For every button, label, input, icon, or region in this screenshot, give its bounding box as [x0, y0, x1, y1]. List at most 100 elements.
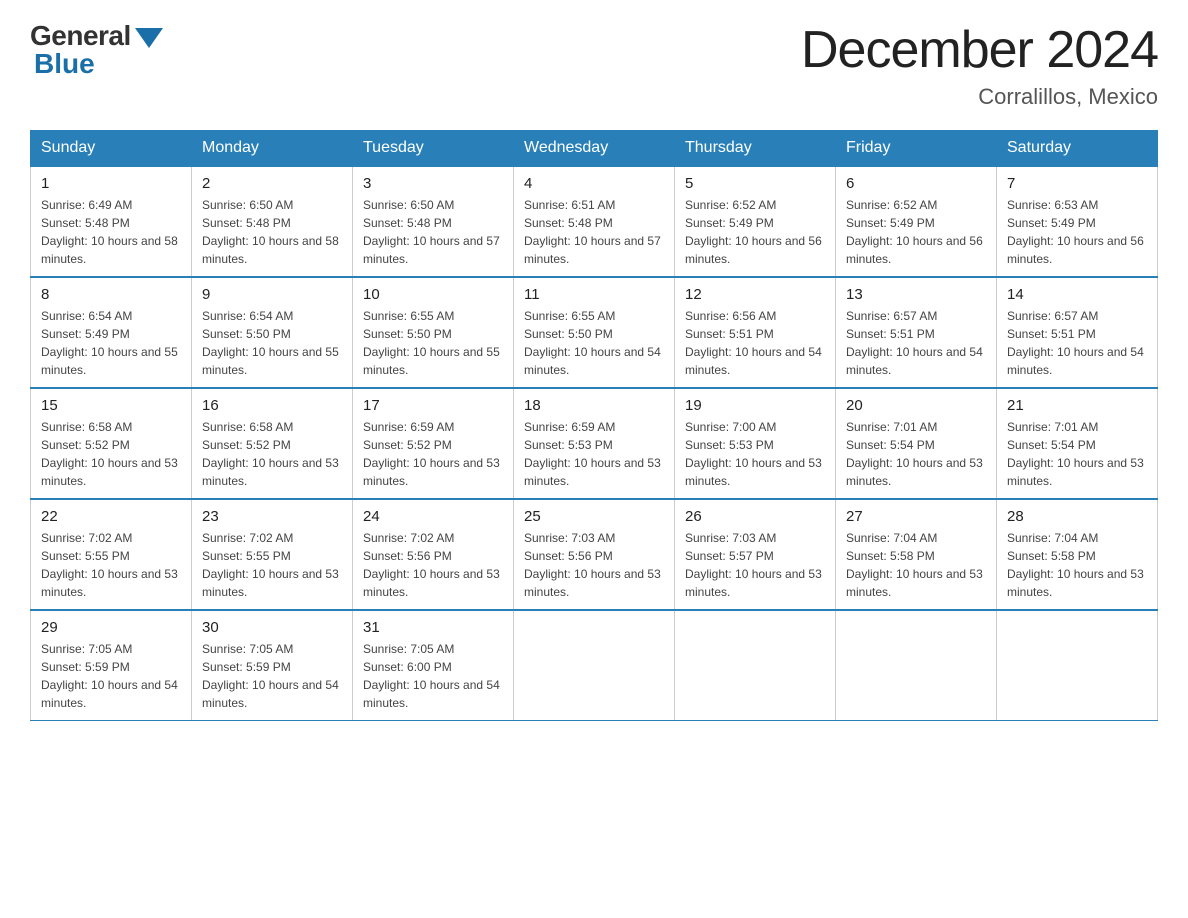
calendar-cell — [675, 610, 836, 721]
day-number: 22 — [41, 508, 181, 525]
day-number: 26 — [685, 508, 825, 525]
calendar-cell: 12 Sunrise: 6:56 AMSunset: 5:51 PMDaylig… — [675, 277, 836, 388]
day-number: 5 — [685, 175, 825, 192]
location: Corralillos, Mexico — [801, 84, 1158, 110]
calendar-cell: 19 Sunrise: 7:00 AMSunset: 5:53 PMDaylig… — [675, 388, 836, 499]
week-row-5: 29 Sunrise: 7:05 AMSunset: 5:59 PMDaylig… — [31, 610, 1158, 721]
day-number: 17 — [363, 397, 503, 414]
week-row-2: 8 Sunrise: 6:54 AMSunset: 5:49 PMDayligh… — [31, 277, 1158, 388]
week-row-3: 15 Sunrise: 6:58 AMSunset: 5:52 PMDaylig… — [31, 388, 1158, 499]
day-number: 10 — [363, 286, 503, 303]
day-info: Sunrise: 6:57 AMSunset: 5:51 PMDaylight:… — [1007, 307, 1147, 379]
day-number: 19 — [685, 397, 825, 414]
day-info: Sunrise: 7:04 AMSunset: 5:58 PMDaylight:… — [846, 529, 986, 601]
calendar-cell: 11 Sunrise: 6:55 AMSunset: 5:50 PMDaylig… — [514, 277, 675, 388]
calendar-cell: 15 Sunrise: 6:58 AMSunset: 5:52 PMDaylig… — [31, 388, 192, 499]
day-info: Sunrise: 7:05 AMSunset: 5:59 PMDaylight:… — [202, 640, 342, 712]
day-number: 29 — [41, 619, 181, 636]
calendar-cell: 25 Sunrise: 7:03 AMSunset: 5:56 PMDaylig… — [514, 499, 675, 610]
calendar-cell: 31 Sunrise: 7:05 AMSunset: 6:00 PMDaylig… — [353, 610, 514, 721]
day-info: Sunrise: 7:01 AMSunset: 5:54 PMDaylight:… — [1007, 418, 1147, 490]
weekday-header-wednesday: Wednesday — [514, 131, 675, 167]
day-number: 30 — [202, 619, 342, 636]
logo-blue-text: Blue — [34, 48, 163, 80]
day-info: Sunrise: 7:04 AMSunset: 5:58 PMDaylight:… — [1007, 529, 1147, 601]
calendar-cell: 13 Sunrise: 6:57 AMSunset: 5:51 PMDaylig… — [836, 277, 997, 388]
day-number: 3 — [363, 175, 503, 192]
day-info: Sunrise: 6:58 AMSunset: 5:52 PMDaylight:… — [41, 418, 181, 490]
week-row-1: 1 Sunrise: 6:49 AMSunset: 5:48 PMDayligh… — [31, 166, 1158, 277]
calendar-cell: 22 Sunrise: 7:02 AMSunset: 5:55 PMDaylig… — [31, 499, 192, 610]
day-number: 31 — [363, 619, 503, 636]
day-number: 24 — [363, 508, 503, 525]
weekday-header-monday: Monday — [192, 131, 353, 167]
calendar-cell: 1 Sunrise: 6:49 AMSunset: 5:48 PMDayligh… — [31, 166, 192, 277]
day-info: Sunrise: 7:02 AMSunset: 5:55 PMDaylight:… — [202, 529, 342, 601]
weekday-header-saturday: Saturday — [997, 131, 1158, 167]
calendar-cell: 30 Sunrise: 7:05 AMSunset: 5:59 PMDaylig… — [192, 610, 353, 721]
calendar-cell: 20 Sunrise: 7:01 AMSunset: 5:54 PMDaylig… — [836, 388, 997, 499]
day-info: Sunrise: 7:02 AMSunset: 5:56 PMDaylight:… — [363, 529, 503, 601]
day-number: 18 — [524, 397, 664, 414]
day-number: 20 — [846, 397, 986, 414]
calendar-cell — [997, 610, 1158, 721]
calendar-cell: 14 Sunrise: 6:57 AMSunset: 5:51 PMDaylig… — [997, 277, 1158, 388]
calendar-cell: 23 Sunrise: 7:02 AMSunset: 5:55 PMDaylig… — [192, 499, 353, 610]
day-number: 13 — [846, 286, 986, 303]
day-info: Sunrise: 7:05 AMSunset: 6:00 PMDaylight:… — [363, 640, 503, 712]
calendar-table: SundayMondayTuesdayWednesdayThursdayFrid… — [30, 130, 1158, 721]
calendar-cell: 16 Sunrise: 6:58 AMSunset: 5:52 PMDaylig… — [192, 388, 353, 499]
title-section: December 2024 Corralillos, Mexico — [801, 20, 1158, 110]
day-number: 25 — [524, 508, 664, 525]
calendar-cell: 8 Sunrise: 6:54 AMSunset: 5:49 PMDayligh… — [31, 277, 192, 388]
day-info: Sunrise: 6:54 AMSunset: 5:50 PMDaylight:… — [202, 307, 342, 379]
calendar-cell: 28 Sunrise: 7:04 AMSunset: 5:58 PMDaylig… — [997, 499, 1158, 610]
day-info: Sunrise: 6:57 AMSunset: 5:51 PMDaylight:… — [846, 307, 986, 379]
day-number: 11 — [524, 286, 664, 303]
weekday-header-tuesday: Tuesday — [353, 131, 514, 167]
day-number: 21 — [1007, 397, 1147, 414]
calendar-cell: 26 Sunrise: 7:03 AMSunset: 5:57 PMDaylig… — [675, 499, 836, 610]
calendar-cell: 3 Sunrise: 6:50 AMSunset: 5:48 PMDayligh… — [353, 166, 514, 277]
calendar-cell: 7 Sunrise: 6:53 AMSunset: 5:49 PMDayligh… — [997, 166, 1158, 277]
calendar-cell: 4 Sunrise: 6:51 AMSunset: 5:48 PMDayligh… — [514, 166, 675, 277]
calendar-cell: 6 Sunrise: 6:52 AMSunset: 5:49 PMDayligh… — [836, 166, 997, 277]
day-info: Sunrise: 7:01 AMSunset: 5:54 PMDaylight:… — [846, 418, 986, 490]
day-info: Sunrise: 7:03 AMSunset: 5:57 PMDaylight:… — [685, 529, 825, 601]
weekday-header-friday: Friday — [836, 131, 997, 167]
day-info: Sunrise: 6:51 AMSunset: 5:48 PMDaylight:… — [524, 196, 664, 268]
calendar-cell: 9 Sunrise: 6:54 AMSunset: 5:50 PMDayligh… — [192, 277, 353, 388]
calendar-cell: 2 Sunrise: 6:50 AMSunset: 5:48 PMDayligh… — [192, 166, 353, 277]
day-info: Sunrise: 6:52 AMSunset: 5:49 PMDaylight:… — [846, 196, 986, 268]
day-info: Sunrise: 6:54 AMSunset: 5:49 PMDaylight:… — [41, 307, 181, 379]
calendar-cell: 27 Sunrise: 7:04 AMSunset: 5:58 PMDaylig… — [836, 499, 997, 610]
logo: General Blue — [30, 20, 163, 80]
day-number: 1 — [41, 175, 181, 192]
day-info: Sunrise: 6:56 AMSunset: 5:51 PMDaylight:… — [685, 307, 825, 379]
day-info: Sunrise: 7:00 AMSunset: 5:53 PMDaylight:… — [685, 418, 825, 490]
calendar-cell — [514, 610, 675, 721]
calendar-cell: 17 Sunrise: 6:59 AMSunset: 5:52 PMDaylig… — [353, 388, 514, 499]
day-number: 27 — [846, 508, 986, 525]
day-number: 15 — [41, 397, 181, 414]
day-number: 6 — [846, 175, 986, 192]
calendar-cell: 24 Sunrise: 7:02 AMSunset: 5:56 PMDaylig… — [353, 499, 514, 610]
week-row-4: 22 Sunrise: 7:02 AMSunset: 5:55 PMDaylig… — [31, 499, 1158, 610]
day-info: Sunrise: 6:55 AMSunset: 5:50 PMDaylight:… — [524, 307, 664, 379]
day-number: 2 — [202, 175, 342, 192]
month-title: December 2024 — [801, 20, 1158, 80]
day-info: Sunrise: 7:03 AMSunset: 5:56 PMDaylight:… — [524, 529, 664, 601]
day-info: Sunrise: 6:59 AMSunset: 5:52 PMDaylight:… — [363, 418, 503, 490]
calendar-cell: 21 Sunrise: 7:01 AMSunset: 5:54 PMDaylig… — [997, 388, 1158, 499]
day-number: 8 — [41, 286, 181, 303]
day-number: 23 — [202, 508, 342, 525]
day-number: 9 — [202, 286, 342, 303]
day-info: Sunrise: 6:49 AMSunset: 5:48 PMDaylight:… — [41, 196, 181, 268]
day-number: 14 — [1007, 286, 1147, 303]
calendar-cell: 10 Sunrise: 6:55 AMSunset: 5:50 PMDaylig… — [353, 277, 514, 388]
weekday-header-row: SundayMondayTuesdayWednesdayThursdayFrid… — [31, 131, 1158, 167]
day-info: Sunrise: 7:05 AMSunset: 5:59 PMDaylight:… — [41, 640, 181, 712]
day-info: Sunrise: 6:50 AMSunset: 5:48 PMDaylight:… — [202, 196, 342, 268]
calendar-cell: 18 Sunrise: 6:59 AMSunset: 5:53 PMDaylig… — [514, 388, 675, 499]
day-number: 16 — [202, 397, 342, 414]
